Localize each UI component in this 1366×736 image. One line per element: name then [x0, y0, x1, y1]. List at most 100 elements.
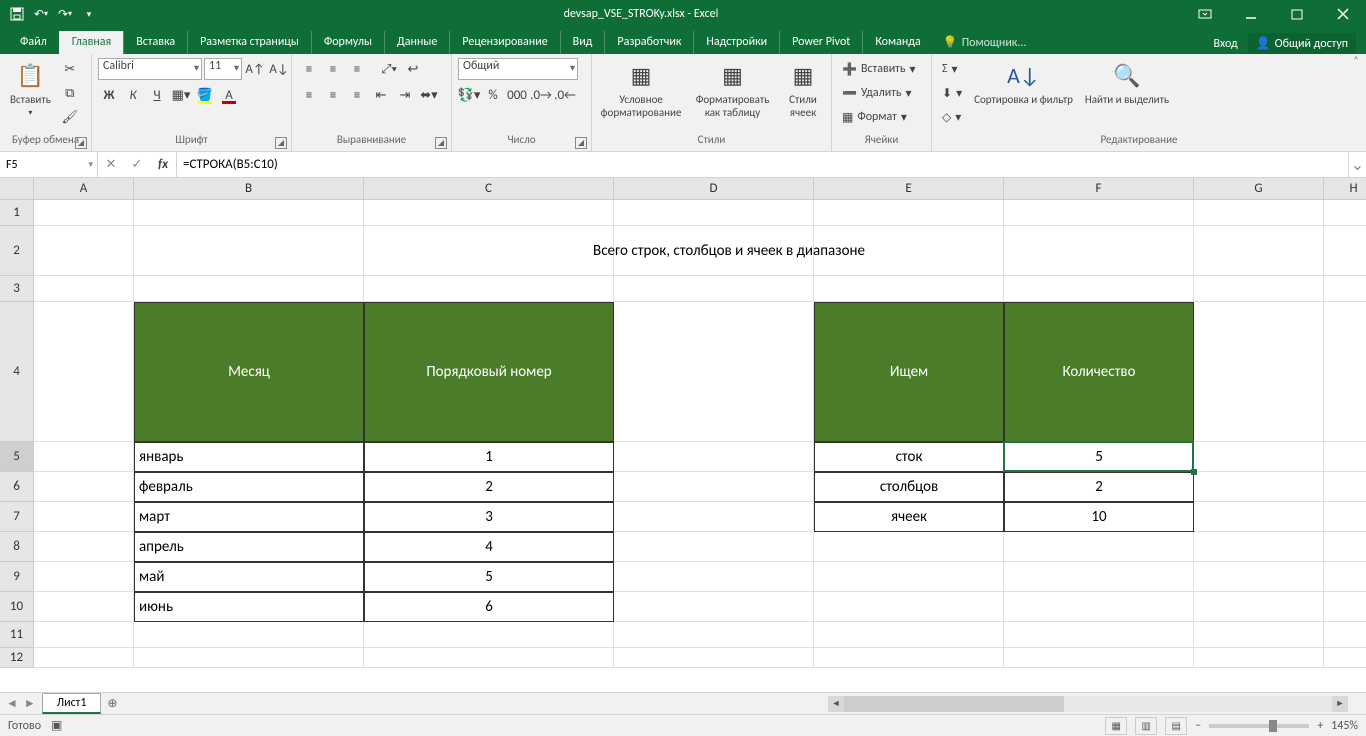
paste-button[interactable]: 📋 Вставить▾ — [6, 58, 55, 120]
cell[interactable] — [614, 532, 814, 562]
cell[interactable] — [1194, 472, 1324, 502]
cell[interactable] — [1004, 592, 1194, 622]
col-header-F[interactable]: F — [1004, 178, 1194, 200]
align-left-icon[interactable]: ≡ — [298, 84, 320, 106]
cell[interactable] — [1324, 276, 1366, 302]
cell[interactable] — [34, 442, 134, 472]
conditional-formatting-button[interactable]: ▦Условное форматирование — [598, 58, 684, 121]
cell[interactable] — [1324, 302, 1366, 442]
col-header-C[interactable]: C — [364, 178, 614, 200]
cell[interactable] — [614, 442, 814, 472]
col-header-B[interactable]: B — [134, 178, 364, 200]
decrease-font-icon[interactable]: A↓ — [268, 58, 290, 80]
col-header-D[interactable]: D — [614, 178, 814, 200]
cell[interactable] — [1004, 622, 1194, 648]
minimize-button[interactable] — [1228, 0, 1274, 28]
cell[interactable] — [364, 622, 614, 648]
normal-view-icon[interactable]: ▦ — [1105, 717, 1127, 735]
tell-me[interactable]: 💡 Помощник... — [933, 31, 1037, 54]
ribbon-options-icon[interactable] — [1182, 0, 1228, 28]
cell[interactable] — [614, 562, 814, 592]
row-header-6[interactable]: 6 — [0, 472, 34, 502]
dialog-launcher[interactable]: ◢ — [275, 137, 287, 149]
cell[interactable]: ячеек — [814, 502, 1004, 532]
sheet-nav-prev-icon[interactable]: ◄ — [6, 696, 18, 711]
row-header-3[interactable]: 3 — [0, 276, 34, 302]
cell[interactable]: 10 — [1004, 502, 1194, 532]
row-header-12[interactable]: 12 — [0, 648, 34, 668]
cell[interactable] — [1194, 276, 1324, 302]
cell[interactable] — [814, 200, 1004, 226]
border-button[interactable]: ▦▾ — [170, 84, 192, 106]
cell[interactable] — [614, 502, 814, 532]
scroll-left-icon[interactable]: ◄ — [828, 696, 844, 712]
tab-разметка-страницы[interactable]: Разметка страницы — [187, 31, 311, 54]
col-header-H[interactable]: H — [1324, 178, 1366, 200]
align-right-icon[interactable]: ≡ — [346, 84, 368, 106]
cell[interactable] — [34, 562, 134, 592]
col-header-E[interactable]: E — [814, 178, 1004, 200]
cell[interactable]: январь — [134, 442, 364, 472]
tab-file[interactable]: Файл — [8, 31, 59, 54]
cancel-formula-icon[interactable]: ✕ — [98, 157, 124, 172]
align-center-icon[interactable]: ≡ — [322, 84, 344, 106]
cell[interactable] — [1324, 502, 1366, 532]
cell[interactable] — [814, 276, 1004, 302]
underline-button[interactable]: Ч — [146, 84, 168, 106]
fill-button[interactable]: ⬇▾ — [938, 82, 966, 104]
clear-button[interactable]: ◇▾ — [938, 106, 966, 128]
cell[interactable] — [1324, 200, 1366, 226]
cell[interactable] — [614, 648, 814, 668]
cell[interactable]: 3 — [364, 502, 614, 532]
tab-разработчик[interactable]: Разработчик — [604, 31, 693, 54]
cell[interactable]: 5 — [364, 562, 614, 592]
cell[interactable] — [1324, 226, 1366, 276]
cell[interactable] — [1004, 648, 1194, 668]
copy-icon[interactable]: ⧉ — [59, 82, 81, 104]
cell[interactable]: февраль — [134, 472, 364, 502]
cell[interactable]: сток — [814, 442, 1004, 472]
cell[interactable]: 6 — [364, 592, 614, 622]
fx-icon[interactable]: fx — [150, 157, 176, 172]
cell[interactable] — [1324, 562, 1366, 592]
tab-рецензирование[interactable]: Рецензирование — [449, 31, 559, 54]
tab-вставка[interactable]: Вставка — [123, 31, 187, 54]
undo-icon[interactable]: ↶▾ — [30, 3, 52, 25]
add-sheet-button[interactable]: ⊕ — [101, 696, 123, 711]
row-header-11[interactable]: 11 — [0, 622, 34, 648]
cell[interactable] — [364, 648, 614, 668]
cell[interactable] — [1004, 562, 1194, 592]
fill-color-button[interactable]: 🪣 — [194, 84, 216, 106]
cell[interactable] — [1194, 200, 1324, 226]
page-break-view-icon[interactable]: ▤ — [1165, 717, 1187, 735]
cell[interactable]: 5 — [1004, 442, 1194, 472]
signin-link[interactable]: Вход — [1213, 37, 1237, 51]
share-button[interactable]: 👤Общий доступ — [1248, 33, 1356, 54]
qat-custom-icon[interactable]: ▾ — [78, 3, 100, 25]
row-header-1[interactable]: 1 — [0, 200, 34, 226]
cell[interactable]: 2 — [364, 472, 614, 502]
tab-главная[interactable]: Главная — [59, 31, 123, 54]
zoom-slider[interactable] — [1209, 724, 1309, 728]
cell[interactable] — [34, 226, 134, 276]
close-button[interactable] — [1320, 0, 1366, 28]
row-header-8[interactable]: 8 — [0, 532, 34, 562]
cell[interactable] — [614, 302, 814, 442]
col-header-G[interactable]: G — [1194, 178, 1324, 200]
cell[interactable] — [1324, 592, 1366, 622]
cell[interactable]: Порядковый номер — [364, 302, 614, 442]
cell[interactable] — [1324, 472, 1366, 502]
cell[interactable] — [614, 276, 814, 302]
redo-icon[interactable]: ↷▾ — [54, 3, 76, 25]
cell[interactable] — [614, 592, 814, 622]
row-header-4[interactable]: 4 — [0, 302, 34, 442]
cell[interactable] — [1324, 532, 1366, 562]
increase-font-icon[interactable]: A↑ — [244, 58, 266, 80]
decrease-decimal-icon[interactable]: .0← — [554, 84, 576, 106]
cell[interactable] — [1194, 648, 1324, 668]
row-header-10[interactable]: 10 — [0, 592, 34, 622]
insert-cells-button[interactable]: ➕Вставить ▾ — [838, 58, 920, 80]
cell[interactable] — [614, 200, 814, 226]
cell[interactable]: Всего строк, столбцов и ячеек в диапазон… — [134, 226, 1324, 276]
currency-icon[interactable]: 💱▾ — [458, 84, 480, 106]
